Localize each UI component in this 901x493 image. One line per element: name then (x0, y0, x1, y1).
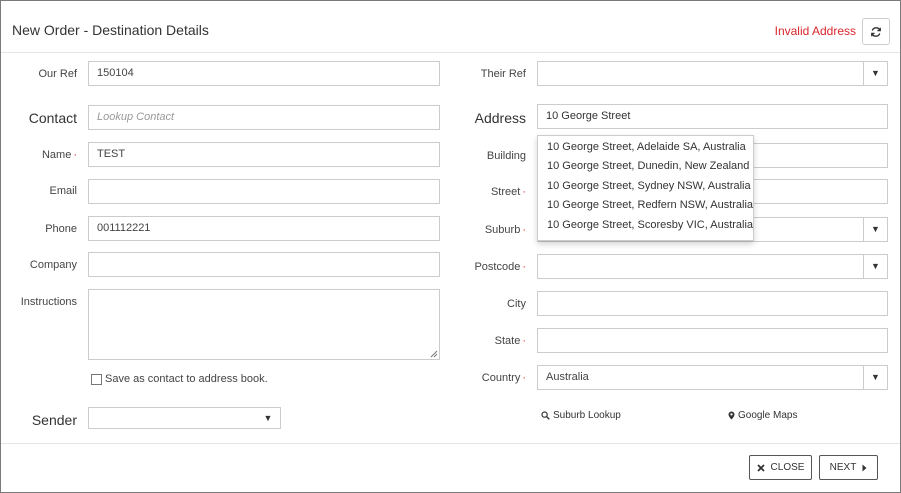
required-marker: · (522, 335, 526, 347)
state-label: State · (494, 335, 526, 347)
caret-down-icon: ▼ (863, 218, 887, 241)
address-status-message: Invalid Address (774, 24, 856, 38)
contact-label: Contact (28, 110, 77, 126)
save-contact-checkbox[interactable] (91, 374, 102, 385)
email-input[interactable] (88, 179, 440, 204)
phone-input[interactable]: 001112221 (88, 216, 440, 241)
required-marker: · (73, 149, 77, 161)
instructions-textarea[interactable] (88, 289, 440, 360)
phone-label: Phone (45, 223, 77, 235)
search-icon (541, 411, 550, 420)
sender-label: Sender (31, 412, 77, 428)
contact-lookup-input[interactable]: Lookup Contact (88, 105, 440, 130)
google-maps-link[interactable]: Google Maps (728, 410, 797, 421)
country-label: Country · (481, 372, 526, 384)
suburb-lookup-link[interactable]: Suburb Lookup (541, 410, 621, 421)
postcode-label: Postcode · (474, 261, 526, 273)
company-input[interactable] (88, 252, 440, 277)
city-input[interactable] (537, 291, 888, 316)
country-select[interactable]: Australia ▼ (537, 365, 888, 390)
footer-divider (1, 443, 900, 444)
suburb-lookup-text: Suburb Lookup (553, 410, 621, 421)
dialog: New Order - Destination Details Invalid … (0, 0, 901, 493)
sender-select[interactable]: ▼ (88, 407, 281, 429)
address-suggestions-dropdown: 10 George Street, Adelaide SA, Australia… (537, 135, 754, 241)
next-button-label: NEXT (829, 462, 857, 473)
caret-down-icon: ▼ (863, 62, 887, 85)
street-label: Street · (490, 186, 526, 198)
postcode-select[interactable]: ▼ (537, 254, 888, 279)
close-icon (756, 463, 765, 472)
city-label: City (507, 298, 526, 310)
their-ref-label: Their Ref (480, 68, 526, 80)
caret-down-icon: ▼ (863, 255, 887, 278)
close-button[interactable]: CLOSE (749, 455, 812, 480)
resize-grip-icon[interactable] (430, 350, 438, 358)
map-marker-icon (728, 411, 735, 420)
company-label: Company (29, 259, 77, 271)
caret-down-icon: ▼ (263, 412, 273, 423)
google-maps-text: Google Maps (738, 410, 798, 421)
dialog-title: New Order - Destination Details (12, 22, 209, 38)
suggestion-item[interactable]: 10 George Street, Adelaide SA, Australia (547, 141, 746, 153)
address-label: Address (474, 110, 526, 126)
next-button[interactable]: NEXT (819, 455, 878, 480)
save-contact-label: Save as contact to address book. (105, 373, 268, 385)
suggestion-item[interactable]: 10 George Street, Scoresby VIC, Australi… (547, 219, 753, 231)
address-input[interactable]: 10 George Street (537, 104, 888, 129)
required-marker: · (522, 224, 526, 236)
refresh-icon (871, 26, 881, 37)
refresh-button[interactable] (862, 18, 890, 45)
instructions-label: Instructions (20, 296, 77, 308)
caret-down-icon: ▼ (863, 366, 887, 389)
our-ref-label: Our Ref (38, 68, 77, 80)
required-marker: · (522, 186, 526, 198)
name-label: Name · (41, 149, 77, 161)
required-marker: · (522, 372, 526, 384)
suggestion-item[interactable]: 10 George Street, Sydney NSW, Australia (547, 180, 751, 192)
suburb-label: Suburb · (484, 224, 526, 236)
suggestion-item[interactable]: 10 George Street, Redfern NSW, Australia (547, 199, 753, 211)
state-input[interactable] (537, 328, 888, 353)
name-input[interactable]: TEST (88, 142, 440, 167)
building-label: Building (486, 150, 526, 162)
dialog-header: New Order - Destination Details Invalid … (1, 1, 900, 53)
email-label: Email (49, 185, 77, 197)
our-ref-input[interactable]: 150104 (88, 61, 440, 86)
close-button-label: CLOSE (770, 462, 805, 473)
country-value: Australia (546, 371, 589, 383)
suggestion-item[interactable]: 10 George Street, Dunedin, New Zealand (547, 160, 749, 172)
caret-right-icon (862, 464, 867, 471)
their-ref-select[interactable]: ▼ (537, 61, 888, 86)
required-marker: · (522, 261, 526, 273)
